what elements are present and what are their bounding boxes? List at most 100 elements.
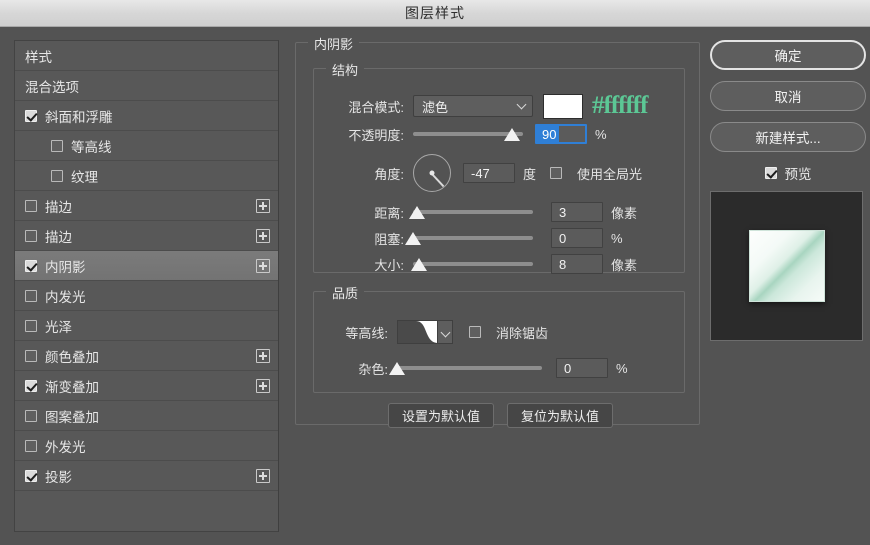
sidebar-item-label: 描边: [45, 229, 72, 245]
contour-label: 等高线:: [345, 325, 388, 341]
add-effect-plus-icon[interactable]: [256, 258, 270, 273]
sidebar-item-6[interactable]: 描边: [15, 221, 278, 251]
preview-toggle-row[interactable]: 预览: [710, 163, 866, 183]
opacity-slider[interactable]: [413, 127, 523, 141]
add-effect-plus-icon[interactable]: [256, 228, 270, 243]
hex-color-annotation: #ffffff: [592, 92, 648, 119]
use-global-light-label: 使用全局光: [577, 166, 643, 182]
shadow-color-swatch[interactable]: [543, 93, 583, 119]
sidebar-item-5[interactable]: 描边: [15, 191, 278, 221]
angle-dial-hand: [431, 173, 445, 188]
sidebar-item-11[interactable]: 渐变叠加: [15, 371, 278, 401]
distance-slider[interactable]: [408, 205, 533, 219]
slider-thumb[interactable]: [389, 362, 405, 375]
cancel-button[interactable]: 取消: [710, 81, 866, 111]
sidebar-item-checkbox[interactable]: [25, 379, 37, 392]
make-default-button[interactable]: 设置为默认值: [388, 403, 495, 428]
sidebar-item-3[interactable]: 等高线: [15, 131, 278, 161]
contour-dropdown-arrow-icon[interactable]: [437, 321, 452, 343]
choke-input[interactable]: 0: [551, 228, 603, 248]
ok-button[interactable]: 确定: [710, 40, 866, 70]
add-effect-plus-icon[interactable]: [256, 198, 270, 213]
sidebar-item-4[interactable]: 纹理: [15, 161, 278, 191]
sidebar-item-10[interactable]: 颜色叠加: [15, 341, 278, 371]
contour-row: 等高线: 消除锯齿: [326, 320, 548, 344]
blend-mode-select[interactable]: 滤色: [413, 95, 533, 117]
size-value: 8: [559, 256, 567, 272]
distance-row: 距离: 3 像素: [326, 202, 637, 222]
use-global-light-row[interactable]: 使用全局光: [550, 164, 642, 183]
sidebar-item-checkbox[interactable]: [25, 109, 37, 122]
sidebar-item-checkbox[interactable]: [25, 229, 37, 242]
noise-row: 杂色: 0 %: [326, 358, 628, 378]
noise-input[interactable]: 0: [556, 358, 608, 378]
sidebar-item-checkbox[interactable]: [25, 199, 37, 212]
anti-alias-checkbox[interactable]: [469, 326, 481, 338]
slider-thumb[interactable]: [411, 258, 427, 271]
sidebar-item-label: 描边: [45, 199, 72, 215]
new-style-button[interactable]: 新建样式...: [710, 122, 866, 152]
slider-thumb[interactable]: [405, 232, 421, 245]
choke-label: 阻塞:: [374, 231, 404, 247]
noise-label: 杂色:: [358, 361, 388, 377]
slider-track: [413, 262, 533, 266]
sidebar-item-checkbox[interactable]: [25, 409, 37, 422]
sidebar-item-checkbox[interactable]: [25, 319, 37, 332]
sidebar-item-label: 内阴影: [45, 259, 86, 275]
sidebar-item-14[interactable]: 投影: [15, 461, 278, 491]
settings-panel: 内阴影 结构 混合模式: 滤色 #ffffff 不透明度: 90 % 角度: -…: [295, 34, 700, 536]
angle-row: 角度: -47 度 使用全局光: [326, 154, 642, 192]
sidebar-item-checkbox[interactable]: [25, 439, 37, 452]
sidebar-item-checkbox[interactable]: [25, 289, 37, 302]
angle-value: -47: [471, 165, 490, 181]
size-row: 大小: 8 像素: [326, 254, 637, 274]
sidebar-item-checkbox[interactable]: [51, 169, 63, 182]
size-slider[interactable]: [411, 257, 533, 271]
noise-unit: %: [616, 360, 628, 376]
angle-input[interactable]: -47: [463, 163, 515, 183]
anti-alias-row[interactable]: 消除锯齿: [469, 323, 548, 342]
inner-shadow-group: 内阴影 结构 混合模式: 滤色 #ffffff 不透明度: 90 % 角度: -…: [295, 34, 700, 428]
sidebar-item-13[interactable]: 外发光: [15, 431, 278, 461]
quality-group: 品质 等高线: 消除锯齿 杂色: 0 %: [313, 283, 685, 393]
sidebar-item-checkbox[interactable]: [51, 139, 63, 152]
sidebar-item-2[interactable]: 斜面和浮雕: [15, 101, 278, 131]
reset-default-button[interactable]: 复位为默认值: [507, 403, 614, 428]
angle-unit: 度: [523, 166, 537, 182]
preview-checkbox[interactable]: [764, 167, 777, 179]
effects-sidebar[interactable]: 样式 混合选项 斜面和浮雕 等高线 纹理 描边 描边 内阴影 内发光 光泽 颜色叠加 渐变叠加 图案叠加…: [14, 40, 279, 532]
sidebar-item-1[interactable]: 混合选项: [15, 71, 278, 101]
sidebar-item-7[interactable]: 内阴影: [15, 251, 278, 281]
sidebar-item-label: 渐变叠加: [45, 379, 99, 395]
slider-track: [413, 210, 533, 214]
distance-value: 3: [559, 204, 567, 220]
sidebar-item-12[interactable]: 图案叠加: [15, 401, 278, 431]
blend-mode-row: 混合模式: 滤色 #ffffff: [326, 92, 648, 120]
angle-label: 角度:: [374, 166, 404, 182]
sidebar-item-0[interactable]: 样式: [15, 41, 278, 71]
slider-thumb[interactable]: [504, 128, 520, 141]
use-global-light-checkbox[interactable]: [550, 167, 563, 179]
sidebar-item-9[interactable]: 光泽: [15, 311, 278, 341]
blend-mode-value: 滤色: [422, 99, 449, 115]
choke-value: 0: [559, 230, 567, 246]
noise-slider[interactable]: [389, 361, 542, 375]
add-effect-plus-icon[interactable]: [256, 378, 270, 393]
choke-slider[interactable]: [405, 231, 533, 245]
add-effect-plus-icon[interactable]: [256, 468, 270, 483]
choke-row: 阻塞: 0 %: [326, 228, 623, 248]
sidebar-item-8[interactable]: 内发光: [15, 281, 278, 311]
opacity-input[interactable]: 90: [535, 124, 587, 144]
sidebar-item-checkbox[interactable]: [25, 469, 37, 482]
contour-preset-picker[interactable]: [397, 320, 453, 344]
add-effect-plus-icon[interactable]: [256, 348, 270, 363]
angle-dial[interactable]: [413, 154, 451, 192]
slider-track: [397, 366, 542, 370]
size-input[interactable]: 8: [551, 254, 603, 274]
slider-thumb[interactable]: [408, 206, 425, 219]
distance-input[interactable]: 3: [551, 202, 603, 222]
sidebar-item-checkbox[interactable]: [25, 349, 37, 362]
preview-thumbnail-image: [748, 230, 825, 302]
sidebar-item-checkbox[interactable]: [25, 259, 37, 272]
contour-curve-thumbnail: [398, 321, 438, 343]
